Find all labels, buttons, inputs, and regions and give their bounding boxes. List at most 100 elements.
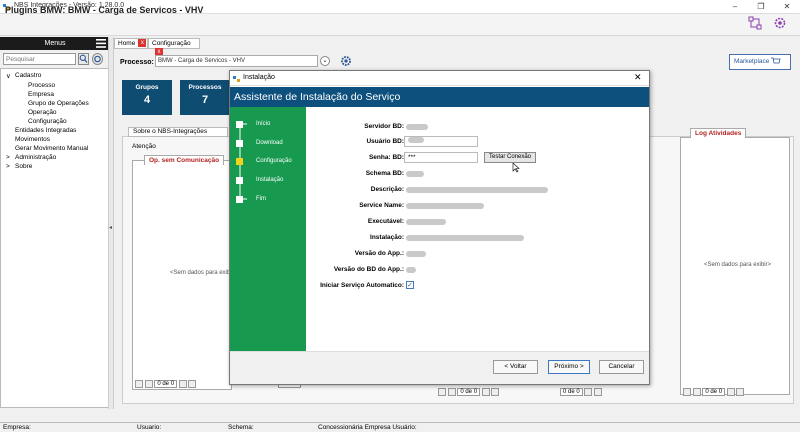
settings-gear-icon[interactable] xyxy=(773,16,787,30)
hamburger-menu-icon[interactable] xyxy=(96,39,106,48)
dialog-close-button[interactable]: ✕ xyxy=(634,72,642,83)
stat-card-grupos[interactable]: Grupos 4 xyxy=(122,80,172,115)
prev-page-button[interactable] xyxy=(144,380,153,388)
tab-op-sem-comunicacao[interactable]: Op. sem Comunicação xyxy=(144,155,225,165)
page-indicator[interactable]: 0 de 0 xyxy=(154,380,178,388)
tab-close-icon[interactable]: x xyxy=(138,39,147,47)
usuario-value xyxy=(408,137,424,143)
tree-item-entidades-integradas[interactable]: Entidades Integradas xyxy=(15,127,76,134)
versao-bd-value[interactable] xyxy=(406,267,416,273)
minimize-button[interactable]: – xyxy=(722,0,748,14)
refresh-button[interactable] xyxy=(92,53,103,65)
back-button[interactable]: < Voltar xyxy=(493,360,538,374)
tree-expander[interactable]: > xyxy=(6,154,10,161)
page-indicator[interactable]: 0 de 0 xyxy=(457,388,481,396)
first-page-button[interactable] xyxy=(683,388,691,396)
next-page-button[interactable] xyxy=(481,388,490,396)
collapse-arrow-icon[interactable]: ◂ xyxy=(109,224,112,231)
stat-value: 4 xyxy=(143,94,151,106)
tree-item-operacao[interactable]: Operação xyxy=(28,109,57,116)
tab-sobre[interactable]: Sobre o NBS-Integrações xyxy=(128,127,228,137)
process-select[interactable]: BMW - Carga de Servicos - VHV xyxy=(155,55,318,67)
step-instalacao: Instalação xyxy=(256,177,284,183)
executavel-value[interactable] xyxy=(406,219,446,225)
pager: 0 de 0 xyxy=(560,388,603,396)
step-download: Download xyxy=(256,140,283,146)
pager: 0 de 0 xyxy=(438,388,500,396)
tree-item-administracao[interactable]: Administração xyxy=(15,154,56,161)
tree-expander[interactable]: ∨ xyxy=(6,72,11,80)
tree-item-grupo-operacoes[interactable]: Grupo de Operações xyxy=(28,100,89,107)
tab-home-label: Home xyxy=(118,40,136,47)
service-name-label: Service Name: xyxy=(359,202,404,209)
page-indicator[interactable]: 0 de 0 xyxy=(560,388,583,396)
dialog-app-icon xyxy=(233,76,240,82)
tab-log-atividades[interactable]: Log Atividades xyxy=(690,128,747,138)
tree-item-processo[interactable]: Processo xyxy=(28,82,55,89)
tree-item-gerar-movimento-manual[interactable]: Gerar Movimento Manual xyxy=(15,145,88,152)
dialog-heading: Assistente de Instalação do Serviço xyxy=(234,91,401,103)
versao-app-value[interactable] xyxy=(406,251,426,257)
page-indicator[interactable]: 0 de 0 xyxy=(702,388,726,396)
tree-item-movimentos[interactable]: Movimentos xyxy=(15,136,50,143)
cart-icon xyxy=(771,57,781,64)
versao-app-label: Versão do App.: xyxy=(354,250,404,257)
panel-splitter[interactable] xyxy=(108,37,114,409)
schema-label: Schema BD: xyxy=(365,170,404,177)
stat-card-processos[interactable]: Processos 7 xyxy=(180,80,230,115)
tree-item-sobre[interactable]: Sobre xyxy=(15,163,32,170)
dialog-titlebar[interactable] xyxy=(230,71,649,86)
iniciar-servico-label: Iniciar Serviço Automatico: xyxy=(320,282,404,289)
senha-field[interactable]: *** xyxy=(404,152,478,163)
wizard-form: Servidor BD: Usuário BD: Senha: BD: *** … xyxy=(306,107,649,351)
search-button[interactable] xyxy=(78,53,89,65)
mouse-cursor-icon xyxy=(512,163,520,173)
descricao-value[interactable] xyxy=(406,187,548,193)
prev-page-button[interactable] xyxy=(692,388,701,396)
empty-message: <Sem dados para exibir> xyxy=(704,262,772,268)
status-usuario: Usuario: xyxy=(137,424,162,431)
test-connection-button[interactable]: Testar Conexão xyxy=(484,152,536,163)
last-page-button[interactable] xyxy=(594,388,603,396)
last-page-button[interactable] xyxy=(736,388,745,396)
next-button[interactable]: Próximo > xyxy=(548,360,590,374)
first-page-button[interactable] xyxy=(135,380,143,388)
last-page-button[interactable] xyxy=(491,388,500,396)
step-inicio: Início xyxy=(256,121,271,127)
servidor-value[interactable] xyxy=(406,124,428,130)
tree-item-cadastro[interactable]: Cadastro xyxy=(15,72,41,79)
servidor-label: Servidor BD: xyxy=(364,123,404,130)
next-page-button[interactable] xyxy=(178,380,187,388)
step-dot-active xyxy=(236,158,243,165)
iniciar-servico-checkbox[interactable]: ✓ xyxy=(406,281,414,289)
first-page-button[interactable] xyxy=(438,388,446,396)
tree-item-configuracao[interactable]: Configuração xyxy=(28,118,67,125)
schema-value[interactable] xyxy=(406,171,424,177)
integration-icon[interactable] xyxy=(748,16,762,30)
menu-tree: ∨ Cadastro Processo Empresa Grupo de Ope… xyxy=(0,68,110,408)
last-page-button[interactable] xyxy=(188,380,197,388)
marketplace-button[interactable]: Marketplace xyxy=(729,54,791,70)
next-page-button[interactable] xyxy=(584,388,593,396)
tab-home[interactable]: Home x xyxy=(114,38,148,49)
service-name-value[interactable] xyxy=(406,203,484,209)
attention-label: Atenção xyxy=(132,143,156,150)
prev-page-button[interactable] xyxy=(447,388,456,396)
maximize-button[interactable]: ❐ xyxy=(748,0,774,14)
chevron-down-icon[interactable]: ⌄ xyxy=(320,56,330,66)
gear-icon[interactable] xyxy=(340,55,352,67)
descricao-label: Descrição: xyxy=(370,186,404,193)
tree-item-empresa[interactable]: Empresa xyxy=(28,91,54,98)
usuario-field[interactable] xyxy=(404,136,478,147)
wizard-steps: Início Download Configuração Instalação … xyxy=(230,107,306,351)
menu-search-input[interactable] xyxy=(3,53,76,65)
tab-configuracao[interactable]: Configuraçãox xyxy=(148,38,200,56)
tree-expander[interactable]: > xyxy=(6,163,10,170)
instalacao-value[interactable] xyxy=(406,235,524,241)
close-window-button[interactable]: ✕ xyxy=(774,0,800,14)
instalacao-label: Instalação: xyxy=(370,234,404,241)
usuario-label: Usuário BD: xyxy=(366,138,404,145)
pager: 0 de 0 xyxy=(135,380,197,388)
cancel-button[interactable]: Cancelar xyxy=(599,360,644,374)
next-page-button[interactable] xyxy=(726,388,735,396)
